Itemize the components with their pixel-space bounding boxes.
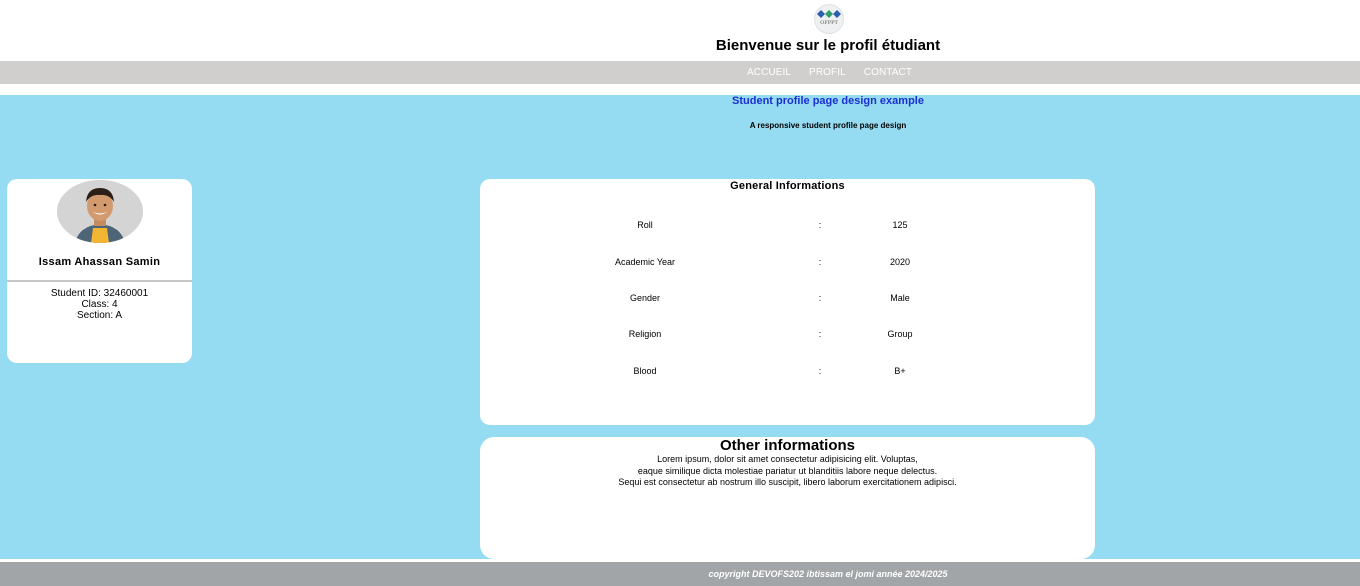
student-avatar-icon xyxy=(57,180,143,243)
info-row-blood: Blood : B+ xyxy=(480,365,1095,379)
info-row-roll: Roll : 125 xyxy=(480,219,1095,233)
info-label: Gender xyxy=(629,293,661,303)
info-value: Male xyxy=(890,293,910,303)
info-label: Religion xyxy=(628,329,662,339)
general-info-title: General Informations xyxy=(730,180,845,192)
info-label: Academic Year xyxy=(614,257,676,267)
info-label: Roll xyxy=(637,220,653,230)
student-id: Student ID: 32460001 xyxy=(50,288,149,299)
info-row-gender: Gender : Male xyxy=(480,292,1095,306)
info-value: Group xyxy=(887,329,913,339)
info-label: Blood xyxy=(633,366,657,376)
other-info-card: Other informations Lorem ipsum, dolor si… xyxy=(480,437,1095,559)
ofppt-logo-icon: OFPPT xyxy=(814,4,844,34)
page-subtitle: Student profile page design example xyxy=(732,95,924,107)
page-footer: copyright DEVOFS202 ibtissam el jomi ann… xyxy=(0,562,1360,586)
student-name: Issam Ahassan Samin xyxy=(38,256,161,268)
info-separator: : xyxy=(818,257,822,267)
profile-divider xyxy=(7,280,192,282)
info-separator: : xyxy=(818,329,822,339)
profile-card: Issam Ahassan Samin Student ID: 32460001… xyxy=(7,179,192,363)
logo-diamonds-icon xyxy=(817,10,841,18)
info-value: 2020 xyxy=(889,257,911,267)
page-header: OFPPT Bienvenue sur le profil étudiant xyxy=(0,0,1360,61)
other-info-title: Other informations xyxy=(719,437,855,454)
info-row-religion: Religion : Group xyxy=(480,328,1095,342)
general-info-card: General Informations Roll : 125 Academic… xyxy=(480,179,1095,425)
page-title: Bienvenue sur le profil étudiant xyxy=(715,37,941,54)
profile-details: Student ID: 32460001 Class: 4 Section: A xyxy=(7,288,192,321)
nav-item-profil[interactable]: PROFIL xyxy=(800,61,855,84)
other-info-line: Sequi est consectetur ab nostrum illo su… xyxy=(618,477,957,487)
info-separator: : xyxy=(818,220,822,230)
other-info-line: Lorem ipsum, dolor sit amet consectetur … xyxy=(657,454,918,464)
nav-item-accueil[interactable]: ACCUEIL xyxy=(738,61,800,84)
logo-text: OFPPT xyxy=(820,20,838,26)
info-value: B+ xyxy=(894,366,906,376)
navbar: ACCUEIL PROFIL CONTACT xyxy=(0,61,1360,84)
student-section: Section: A xyxy=(76,310,123,321)
nav-list: ACCUEIL PROFIL CONTACT xyxy=(738,61,921,84)
page-tagline: A responsive student profile page design xyxy=(749,121,907,130)
main-content: Student profile page design example A re… xyxy=(0,95,1360,559)
other-info-text: Lorem ipsum, dolor sit amet consectetur … xyxy=(480,454,1095,489)
info-value: 125 xyxy=(892,220,908,230)
nav-item-contact[interactable]: CONTACT xyxy=(855,61,921,84)
footer-copyright: copyright DEVOFS202 ibtissam el jomi ann… xyxy=(708,569,948,579)
info-row-academic-year: Academic Year : 2020 xyxy=(480,256,1095,270)
student-class: Class: 4 xyxy=(81,299,118,310)
info-separator: : xyxy=(818,366,822,376)
info-separator: : xyxy=(818,293,822,303)
other-info-line: eaque similique dicta molestiae pariatur… xyxy=(637,465,938,476)
